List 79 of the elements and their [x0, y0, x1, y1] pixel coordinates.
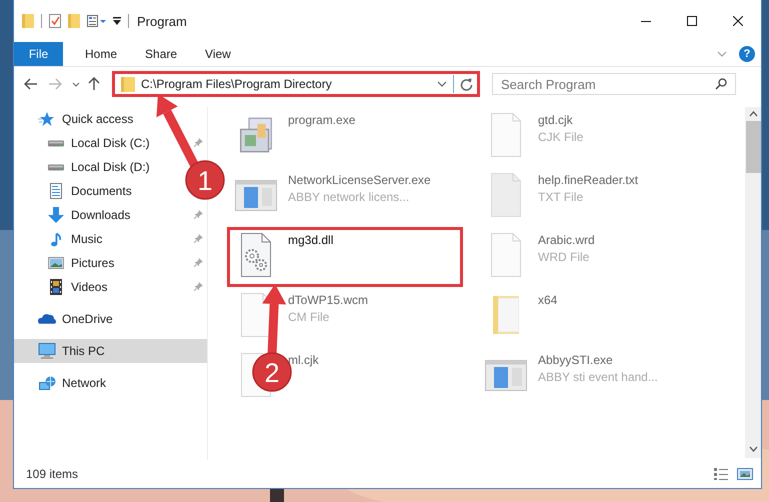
- item-count: 109 items: [26, 467, 80, 481]
- file-name: gtd.cjk: [538, 113, 574, 127]
- back-icon[interactable]: [24, 78, 38, 90]
- details-view-icon[interactable]: [713, 467, 729, 481]
- search-field[interactable]: Search Program: [492, 73, 736, 95]
- ribbon-tab[interactable]: View: [191, 42, 245, 66]
- scroll-up-icon[interactable]: [748, 111, 758, 117]
- app-window-icon: [485, 360, 527, 390]
- folder-icon: [121, 76, 135, 92]
- music-note-icon: [51, 232, 61, 246]
- dropdown-icon[interactable]: [72, 82, 80, 86]
- file-menu-button[interactable]: File: [14, 42, 63, 66]
- drive-icon: [47, 164, 65, 170]
- nav-item[interactable]: Local Disk (C:): [14, 131, 207, 155]
- file-name: mg3d.dll: [288, 233, 334, 247]
- customize-icon[interactable]: [113, 17, 121, 25]
- refresh-icon[interactable]: [460, 78, 473, 90]
- file-icon: [491, 113, 521, 157]
- nav-item[interactable]: OneDrive: [14, 307, 119, 331]
- step-badge: 1: [185, 160, 225, 200]
- scrollbar[interactable]: [745, 107, 761, 458]
- file-type: CJK File: [538, 130, 584, 144]
- minimize-icon[interactable]: [641, 20, 651, 22]
- cloud-icon: [38, 314, 56, 324]
- chevron-icon[interactable]: [717, 51, 727, 57]
- nav-item[interactable]: Downloads: [14, 203, 207, 227]
- star-icon: [38, 111, 56, 127]
- file-icon: [241, 293, 271, 337]
- close-icon[interactable]: [733, 16, 743, 26]
- image-icon: [48, 257, 64, 269]
- film-icon: [50, 279, 62, 295]
- nav-item[interactable]: Network: [14, 371, 112, 395]
- checklist-icon[interactable]: [49, 14, 61, 28]
- gear-file-icon: [241, 233, 271, 277]
- scroll-down-icon[interactable]: [748, 446, 758, 452]
- file-icon: [491, 233, 521, 277]
- nav-item[interactable]: Music: [14, 227, 207, 251]
- nav-item[interactable]: Quick access: [14, 107, 140, 131]
- drive-icon: [47, 140, 65, 146]
- download-icon: [48, 207, 64, 223]
- file-name: AbbyySTI.exe: [538, 353, 614, 367]
- scroll-thumb[interactable]: [746, 121, 760, 173]
- path-text: C:\Program Files\Program Directory: [141, 77, 333, 91]
- program-icon: [240, 117, 272, 153]
- nav-item[interactable]: Documents: [14, 179, 138, 203]
- properties-icon[interactable]: [87, 15, 106, 27]
- file-name: ml.cjk: [288, 353, 319, 367]
- window-title: Program: [137, 14, 188, 28]
- up-icon[interactable]: [88, 77, 100, 91]
- file-name: x64: [538, 293, 558, 307]
- file-item[interactable]: mg3d.dll: [227, 227, 463, 287]
- folder-icon: [493, 296, 519, 334]
- ribbon-tab[interactable]: Share: [131, 42, 192, 66]
- file-name: help.fineReader.txt: [538, 173, 638, 187]
- large-icons-view-icon[interactable]: [737, 467, 753, 481]
- search-icon: [715, 78, 727, 90]
- ribbon-tab[interactable]: Home: [71, 42, 132, 66]
- nav-item[interactable]: Local Disk (D:): [14, 155, 156, 179]
- document-icon: [50, 183, 62, 199]
- file-type: WRD File: [538, 250, 590, 264]
- file-type: TXT File: [538, 190, 584, 204]
- file-name: program.exe: [288, 113, 356, 127]
- monitor-icon: [38, 343, 56, 359]
- file-name: Arabic.wrd: [538, 233, 595, 247]
- address-bar[interactable]: C:\Program Files\Program Directory: [112, 71, 480, 97]
- file-type: ABBY sti event hand...: [538, 370, 658, 384]
- file-name: NetworkLicenseServer.exe: [288, 173, 431, 187]
- maximize-icon[interactable]: [687, 16, 697, 26]
- dropdown-icon[interactable]: [437, 81, 447, 87]
- file-type: CM File: [288, 310, 330, 324]
- help-button[interactable]: ?: [739, 46, 755, 62]
- file-icon: [491, 173, 521, 217]
- nav-item[interactable]: Pictures: [14, 251, 207, 275]
- file-type: ABBY network licens...: [288, 190, 410, 204]
- nav-item[interactable]: Videos: [14, 275, 207, 299]
- nav-item[interactable]: This PC: [14, 339, 207, 363]
- app-window-icon: [235, 180, 277, 210]
- file-name: dToWP15.wcm: [288, 293, 368, 307]
- network-icon: [38, 376, 56, 390]
